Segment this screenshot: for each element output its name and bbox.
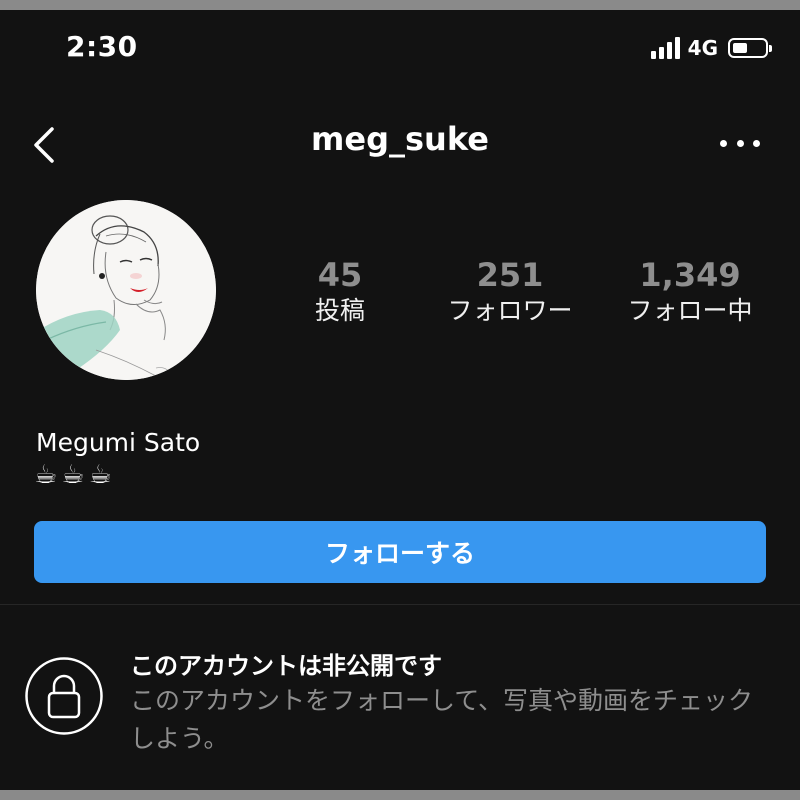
profile-stats: 45 投稿 251 フォロワー 1,349 フォロー中 xyxy=(260,255,780,335)
network-type: 4G xyxy=(687,36,718,60)
following-label: フォロー中 xyxy=(627,296,753,325)
ellipsis-icon-dot xyxy=(753,139,760,147)
lock-icon xyxy=(24,656,104,736)
ellipsis-icon-dot xyxy=(736,139,744,147)
following-stat[interactable]: 1,349 フォロー中 xyxy=(600,255,780,327)
posts-count: 45 xyxy=(317,256,363,294)
battery-nub xyxy=(769,45,772,52)
private-account-title: このアカウントは非公開です xyxy=(130,652,442,680)
ellipsis-icon-dot xyxy=(720,139,727,147)
battery-icon xyxy=(728,38,772,58)
divider xyxy=(0,604,800,605)
posts-label: 投稿 xyxy=(314,296,365,325)
header-username: meg_suke xyxy=(311,120,489,158)
followers-label: フォロワー xyxy=(447,296,573,325)
signal-icon xyxy=(650,37,680,59)
status-indicators: 4G xyxy=(650,36,772,60)
followers-stat[interactable]: 251 フォロワー xyxy=(420,255,600,327)
private-account-description: このアカウントをフォローして、写真や動画をチェックしよう。 xyxy=(130,686,754,753)
avatar[interactable] xyxy=(36,200,216,380)
profile-bio: ☕☕☕ xyxy=(34,460,116,490)
follow-button[interactable]: フォローする xyxy=(34,521,766,583)
posts-stat[interactable]: 45 投稿 xyxy=(260,255,420,327)
profile-display-name: Megumi Sato xyxy=(36,428,201,457)
following-count: 1,349 xyxy=(639,256,741,294)
portrait-illustration-icon xyxy=(36,200,216,380)
profile-screen: 2:30 4G meg_suke 45 投稿 251 フォロワー 1,349 フ… xyxy=(0,10,800,790)
more-options-button[interactable] xyxy=(720,128,760,158)
followers-count: 251 xyxy=(476,256,544,294)
status-time: 2:30 xyxy=(66,30,138,63)
battery-level xyxy=(733,43,747,53)
